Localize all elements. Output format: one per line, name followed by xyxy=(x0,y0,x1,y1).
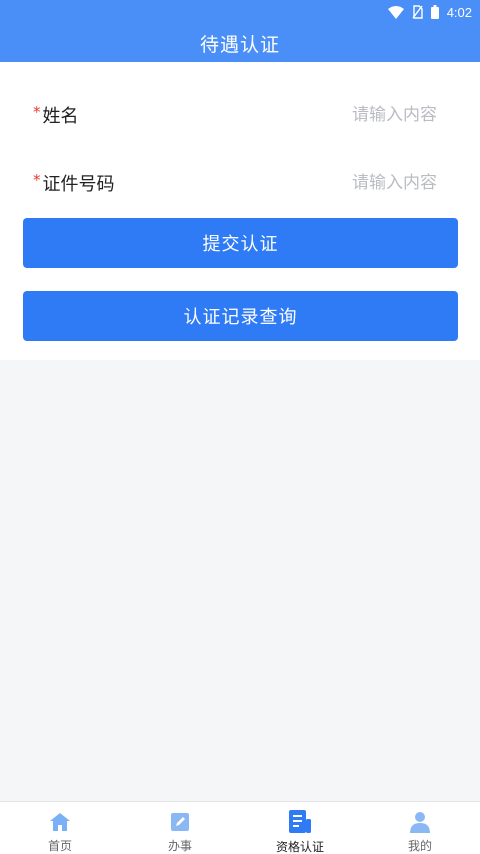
certification-form: * 姓名 * 证件号码 提交认证 认证记录查询 xyxy=(0,62,480,360)
submit-certification-button[interactable]: 提交认证 xyxy=(23,218,458,268)
app-root: 4:02 待遇认证 * 姓名 * 证件号码 提交认证 认证记录查询 xyxy=(0,0,480,854)
user-icon xyxy=(410,811,430,833)
tab-home[interactable]: 首页 xyxy=(0,802,120,854)
status-time: 4:02 xyxy=(446,4,472,20)
document-icon xyxy=(289,810,311,833)
page-header: 待遇认证 xyxy=(0,24,480,62)
tab-mine-label: 我的 xyxy=(407,839,432,853)
name-input[interactable] xyxy=(257,100,437,130)
tab-qualification-certification[interactable]: 资格认证 xyxy=(240,802,360,854)
id-number-label: * 证件号码 xyxy=(33,170,115,196)
required-mark: * xyxy=(33,171,41,189)
bottom-tab-bar: 首页 办事 资格认证 我的 xyxy=(0,801,480,854)
name-row: * 姓名 xyxy=(0,97,480,133)
name-label: * 姓名 xyxy=(33,102,79,128)
tab-qualification-certification-label: 资格认证 xyxy=(275,840,324,854)
page-title: 待遇认证 xyxy=(199,33,280,56)
tab-services[interactable]: 办事 xyxy=(120,802,240,854)
home-icon xyxy=(50,812,70,831)
name-label-text: 姓名 xyxy=(42,106,79,127)
tab-services-label: 办事 xyxy=(167,839,192,853)
id-number-row: * 证件号码 xyxy=(0,165,480,201)
battery-icon xyxy=(430,5,439,19)
edit-icon xyxy=(171,812,189,831)
status-bar: 4:02 xyxy=(0,0,480,24)
id-number-input[interactable] xyxy=(257,168,437,198)
tab-home-label: 首页 xyxy=(47,839,72,853)
required-mark: * xyxy=(33,103,41,121)
no-sim-icon xyxy=(412,5,423,19)
certification-record-query-button[interactable]: 认证记录查询 xyxy=(23,291,458,341)
wifi-icon xyxy=(387,5,404,19)
id-number-label-text: 证件号码 xyxy=(42,174,115,195)
tab-mine[interactable]: 我的 xyxy=(360,802,480,854)
